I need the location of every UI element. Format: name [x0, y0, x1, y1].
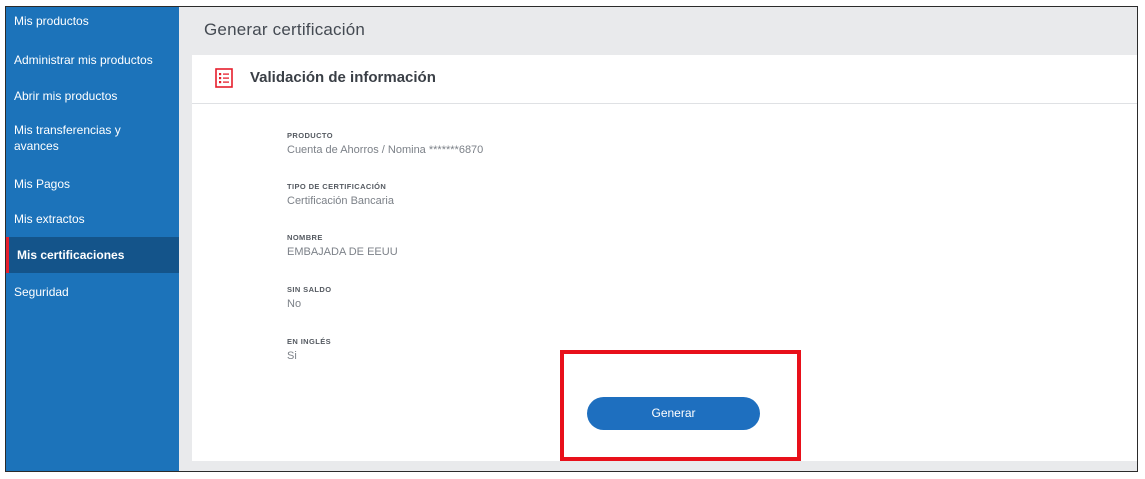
field-sin-saldo: SIN SALDO No	[287, 285, 331, 311]
section-title: Validación de información	[250, 69, 436, 86]
sidebar-item-pagos[interactable]: Mis Pagos	[6, 176, 179, 192]
sidebar-item-label: Seguridad	[14, 285, 69, 299]
sidebar-item-label: Mis extractos	[14, 212, 85, 226]
sidebar-item-label: Mis productos	[14, 14, 89, 28]
highlight-box	[560, 350, 801, 461]
page-title: Generar certificación	[204, 20, 366, 39]
field-value: No	[287, 298, 302, 310]
sidebar-item-administrar[interactable]: Administrar mis productos	[6, 52, 179, 68]
sidebar-item-label: Abrir mis productos	[14, 89, 118, 103]
field-value: Cuenta de Ahorros / Nomina *******6870	[287, 144, 484, 156]
field-label: NOMBRE	[287, 233, 323, 242]
field-tipo-certificacion: TIPO DE CERTIFICACIÓN Certificación Banc…	[287, 182, 394, 208]
sidebar-item-label: Administrar mis productos	[14, 53, 153, 67]
field-value: Certificación Bancaria	[287, 195, 394, 207]
document-list-icon	[215, 68, 233, 88]
field-producto: PRODUCTO Cuenta de Ahorros / Nomina ****…	[287, 131, 483, 157]
field-nombre: NOMBRE EMBAJADA DE EEUU	[287, 233, 398, 259]
field-label: EN INGLÉS	[287, 337, 332, 346]
sidebar-item-label: Mis Pagos	[14, 177, 71, 191]
field-label: TIPO DE CERTIFICACIÓN	[287, 182, 387, 191]
field-value: EMBAJADA DE EEUU	[287, 246, 398, 258]
field-label: PRODUCTO	[287, 131, 333, 140]
sidebar-item-mis-productos[interactable]: Mis productos	[6, 13, 179, 29]
section-header: Validación de información	[192, 55, 1137, 104]
sidebar-item-transferencias[interactable]: Mis transferencias y avances	[6, 122, 156, 154]
sidebar: Mis productos Administrar mis productos …	[6, 7, 179, 471]
sidebar-item-seguridad[interactable]: Seguridad	[6, 284, 179, 300]
field-label: SIN SALDO	[287, 285, 332, 294]
sidebar-item-label: Mis transferencias y avances	[14, 123, 121, 153]
field-value: Si	[287, 350, 297, 362]
sidebar-item-certificaciones[interactable]: Mis certificaciones	[6, 237, 179, 273]
sidebar-item-label: Mis certificaciones	[17, 248, 125, 262]
sidebar-item-abrir[interactable]: Abrir mis productos	[6, 88, 179, 104]
sidebar-item-extractos[interactable]: Mis extractos	[6, 211, 179, 227]
field-en-ingles: EN INGLÉS Si	[287, 337, 331, 363]
